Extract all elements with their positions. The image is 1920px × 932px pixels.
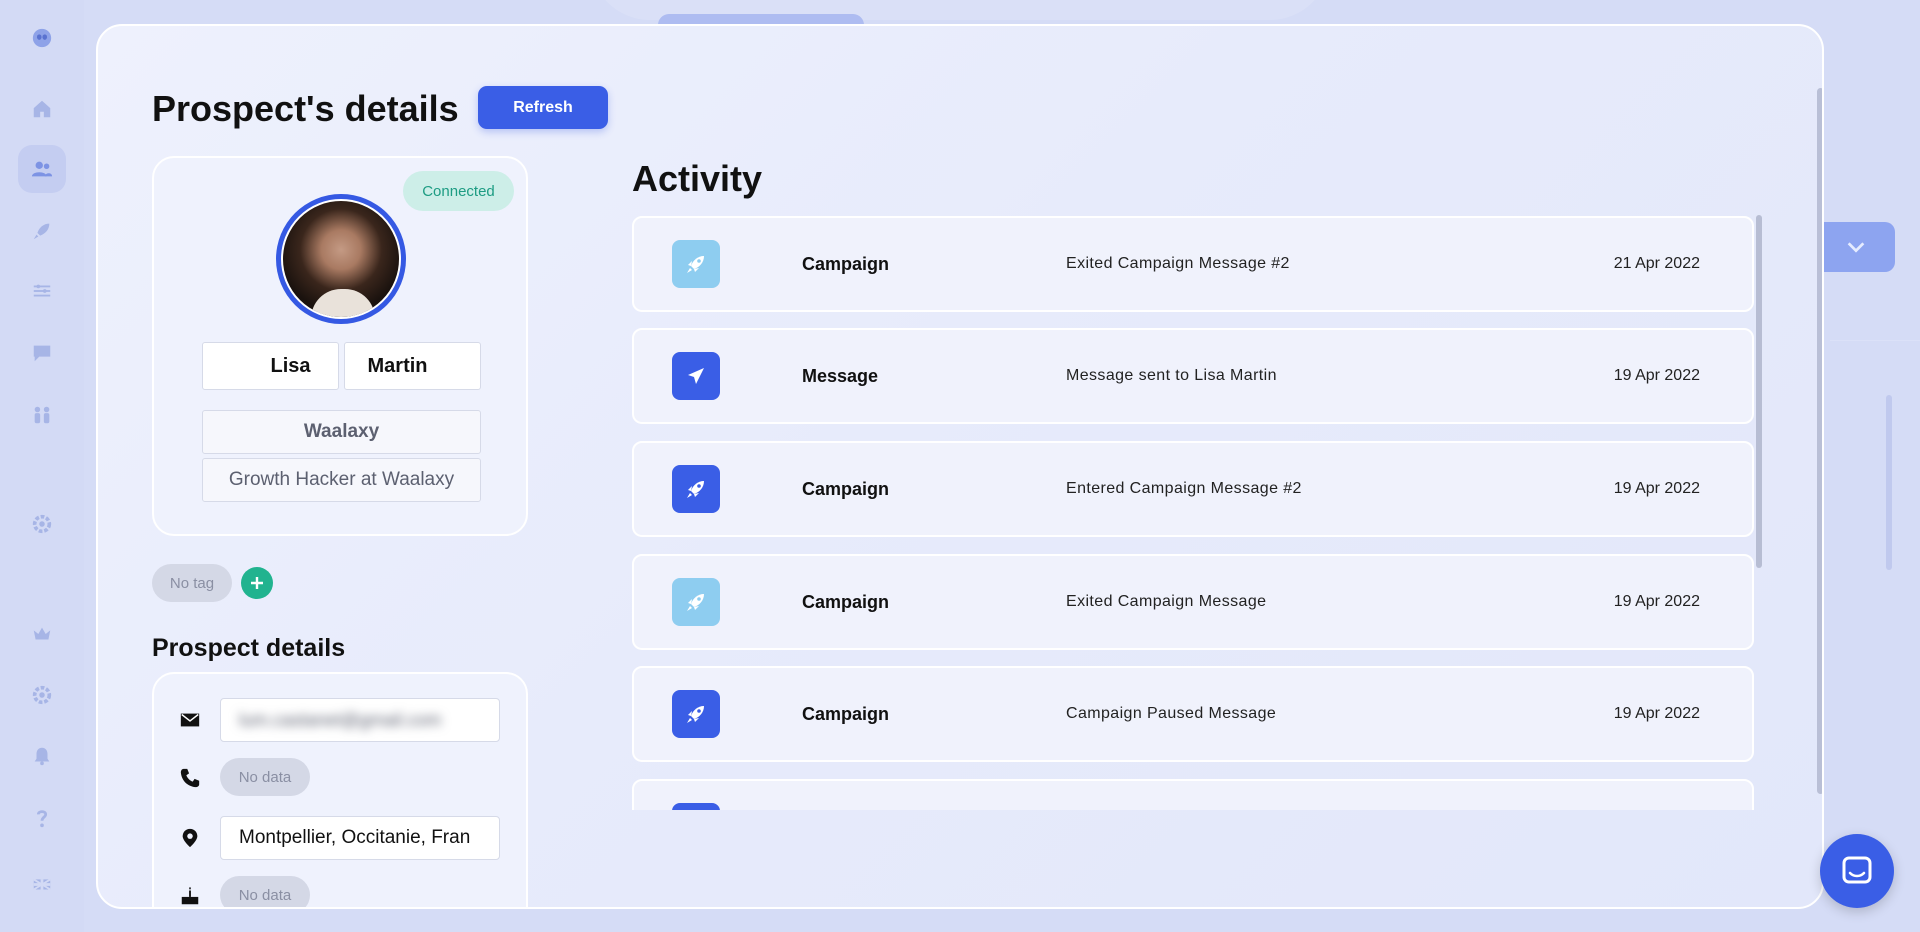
home-icon[interactable]: [28, 95, 56, 123]
page-title: Prospect's details: [152, 88, 459, 129]
activity-scrollbar[interactable]: [1756, 215, 1762, 568]
prospect-details-heading: Prospect details: [152, 634, 346, 662]
prospect-details-modal: Prospect's details Refresh Connected Lis…: [96, 24, 1824, 909]
first-name-field[interactable]: Lisa: [202, 342, 339, 390]
settings-icon[interactable]: [28, 510, 56, 538]
email-value: lum.castanet@gmail.com: [239, 709, 442, 730]
activity-date: 19 Apr 2022: [1613, 593, 1700, 610]
rocket-nav-icon[interactable]: [28, 217, 56, 245]
support-chat-button[interactable]: [1820, 834, 1894, 908]
crown-icon[interactable]: [28, 620, 56, 648]
activity-type: Campaign: [802, 254, 890, 274]
no-tag-badge: No tag: [152, 564, 232, 602]
rocket-icon: [672, 465, 720, 513]
activity-date: 21 Apr 2022: [1613, 255, 1700, 272]
alien-logo-icon: [28, 24, 56, 52]
team-icon[interactable]: [28, 401, 56, 429]
rocket-icon: [672, 690, 720, 738]
chat-nav-icon[interactable]: [28, 339, 56, 367]
activity-date: 19 Apr 2022: [1613, 367, 1700, 384]
add-tag-button[interactable]: [241, 567, 273, 599]
activity-type: Campaign: [802, 592, 890, 612]
language-flag-icon[interactable]: [28, 870, 56, 898]
email-field[interactable]: lum.castanet@gmail.com: [220, 698, 500, 742]
activity-list[interactable]: Campaign Exited Campaign Message #2 21 A…: [632, 216, 1762, 810]
activity-description: Exited Campaign Message: [1066, 593, 1267, 610]
cake-icon: [178, 884, 202, 907]
avatar-photo: [281, 199, 401, 319]
phone-no-data: No data: [220, 758, 310, 796]
help-icon[interactable]: [28, 804, 56, 832]
activity-type: Message: [802, 366, 879, 386]
chevron-down-icon: [1847, 242, 1865, 253]
activity-description: Entered Campaign Message #2: [1066, 480, 1302, 497]
activity-row[interactable]: Message Message sent to Lisa Martin 19 A…: [632, 328, 1754, 424]
rocket-icon: [672, 803, 720, 810]
prospect-details-card: lum.castanet@gmail.com No data Montpelli…: [152, 672, 528, 907]
status-badge: Connected: [403, 171, 514, 211]
prospects-icon[interactable]: [28, 155, 56, 183]
activity-row-partial[interactable]: [632, 779, 1754, 810]
activity-row[interactable]: Campaign Exited Campaign Message #2 21 A…: [632, 216, 1754, 312]
activity-description: Message sent to Lisa Martin: [1066, 367, 1277, 384]
mail-icon: [178, 708, 202, 732]
company-field[interactable]: Waalaxy: [202, 410, 481, 454]
plus-icon: [251, 577, 263, 589]
phone-icon: [178, 766, 202, 790]
activity-row[interactable]: Campaign Exited Campaign Message 19 Apr …: [632, 554, 1754, 650]
background-scrollbar: [1886, 395, 1892, 570]
app-sidebar: [0, 0, 84, 932]
activity-description: Exited Campaign Message #2: [1066, 255, 1290, 272]
activity-type: Campaign: [802, 479, 890, 499]
avatar: [276, 194, 406, 324]
activity-date: 19 Apr 2022: [1613, 705, 1700, 722]
rocket-icon: [672, 240, 720, 288]
background-divider: [1830, 340, 1920, 341]
activity-row[interactable]: Campaign Campaign Paused Message 19 Apr …: [632, 666, 1754, 762]
modal-scrollbar[interactable]: [1817, 88, 1822, 794]
activity-type: Campaign: [802, 704, 890, 724]
activity-date: 19 Apr 2022: [1613, 480, 1700, 497]
activity-row[interactable]: Campaign Entered Campaign Message #2 19 …: [632, 441, 1754, 537]
send-icon: [672, 352, 720, 400]
location-pin-icon: [178, 826, 202, 850]
activity-description: Campaign Paused Message: [1066, 705, 1277, 722]
rocket-icon: [672, 578, 720, 626]
profile-card: Connected Lisa Martin Waalaxy Growth Hac…: [152, 156, 528, 536]
activity-heading: Activity: [632, 158, 763, 199]
filters-icon[interactable]: [28, 277, 56, 305]
last-name-field[interactable]: Martin: [344, 342, 481, 390]
birthday-no-data: No data: [220, 876, 310, 907]
refresh-button[interactable]: Refresh: [478, 86, 608, 129]
job-title-field[interactable]: Growth Hacker at Waalaxy: [202, 458, 481, 502]
gear-icon[interactable]: [28, 681, 56, 709]
chat-bubble-icon: [1842, 856, 1872, 884]
location-field[interactable]: Montpellier, Occitanie, Fran: [220, 816, 500, 860]
bell-icon[interactable]: [28, 742, 56, 770]
